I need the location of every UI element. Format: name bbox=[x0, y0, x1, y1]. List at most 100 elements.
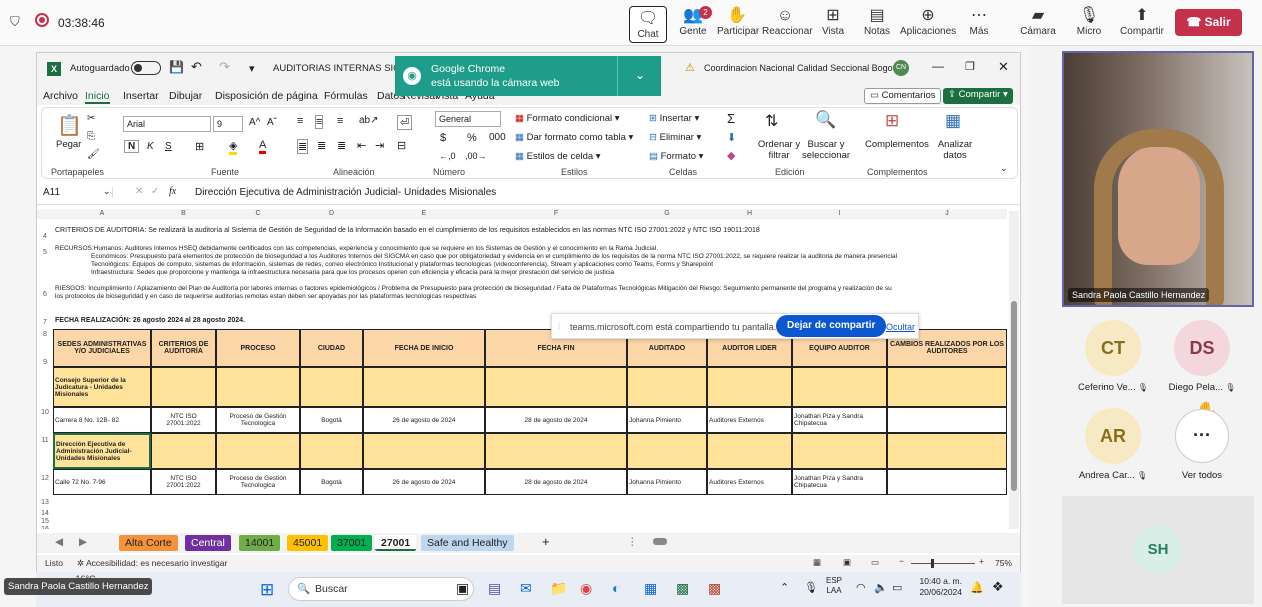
row-number[interactable]: 10 bbox=[37, 409, 53, 416]
bold-icon[interactable]: N bbox=[124, 140, 140, 153]
sort-filter-label[interactable]: Ordenar y filtrar bbox=[757, 139, 801, 161]
row-number[interactable]: 4 bbox=[37, 233, 53, 240]
row-number[interactable]: 11 bbox=[37, 437, 53, 444]
table-cell[interactable] bbox=[151, 367, 216, 407]
paste-label[interactable]: Pegar bbox=[56, 139, 81, 150]
column-title-cell[interactable]: CIUDAD bbox=[300, 329, 363, 367]
currency-icon[interactable]: $ bbox=[440, 132, 446, 144]
raise-hand-button[interactable]: ✋ Participar bbox=[717, 6, 759, 37]
table-cell[interactable] bbox=[363, 367, 485, 407]
table-cell[interactable] bbox=[485, 433, 627, 469]
stop-sharing-button[interactable]: Dejar de compartir bbox=[776, 315, 887, 337]
shrink-font-icon[interactable]: Aˇ bbox=[267, 117, 277, 128]
page-layout-icon[interactable]: ▣ bbox=[843, 557, 851, 568]
tray-overflow-icon[interactable]: ⌃ bbox=[780, 581, 789, 594]
column-title-cell[interactable]: SEDES ADMINISTRATIVAS Y/O JUDICIALES bbox=[53, 329, 151, 367]
sheet-tab[interactable]: 37001 bbox=[331, 535, 373, 551]
row-number[interactable]: 16 bbox=[37, 526, 53, 529]
indent-decrease-icon[interactable]: ⇤ bbox=[357, 139, 366, 152]
more-button[interactable]: ⋯ Más bbox=[965, 6, 993, 37]
table-cell[interactable] bbox=[887, 433, 1007, 469]
explorer-icon[interactable]: 📁 bbox=[550, 580, 567, 597]
format-as-table-button[interactable]: ▦ Dar formato como tabla ▾ bbox=[515, 132, 633, 143]
table-cell[interactable]: Dirección Ejecutiva de Administración Ju… bbox=[53, 433, 151, 469]
percent-icon[interactable]: % bbox=[467, 132, 477, 144]
normal-view-icon[interactable]: ▦ bbox=[813, 557, 821, 568]
addins-icon[interactable]: ⊞ bbox=[885, 111, 899, 131]
chat-button[interactable]: 🗨 Chat bbox=[629, 6, 667, 43]
tab-split-icon[interactable]: ⋮ bbox=[627, 536, 638, 548]
table-cell[interactable]: Carrera 8 No. 12B- 82 bbox=[53, 407, 151, 433]
sheet-tab[interactable]: 27001 bbox=[375, 535, 417, 551]
decrease-decimal-icon[interactable]: ,00→ bbox=[465, 151, 487, 161]
next-sheet-icon[interactable]: ▶ bbox=[79, 536, 87, 548]
row-number[interactable]: 13 bbox=[37, 499, 53, 506]
clock[interactable]: 10:40 a. m. 20/06/2024 bbox=[916, 576, 962, 598]
ribbon-tab[interactable]: Archivo bbox=[43, 90, 78, 102]
table-cell[interactable]: Auditores Externos bbox=[707, 407, 792, 433]
ribbon-tab[interactable]: Inicio bbox=[85, 90, 110, 104]
table-cell[interactable] bbox=[216, 433, 300, 469]
column-header[interactable]: D bbox=[300, 210, 363, 217]
find-icon[interactable]: 🔍 bbox=[815, 110, 836, 130]
page-break-icon[interactable]: ▭ bbox=[871, 557, 879, 568]
analyze-data-label[interactable]: Analizar datos bbox=[935, 139, 975, 161]
table-cell[interactable]: Johanna Pimiento bbox=[627, 469, 707, 495]
table-cell[interactable]: NTC ISO 27001:2022 bbox=[151, 469, 216, 495]
underline-icon[interactable]: S bbox=[165, 141, 172, 152]
prev-sheet-icon[interactable]: ◀ bbox=[55, 536, 63, 548]
redo-icon[interactable]: ↷ bbox=[219, 59, 230, 75]
column-header[interactable]: J bbox=[887, 210, 1007, 217]
table-cell[interactable] bbox=[485, 367, 627, 407]
table-cell[interactable] bbox=[887, 407, 1007, 433]
close-icon[interactable]: ✕ bbox=[998, 59, 1009, 75]
table-cell[interactable] bbox=[887, 367, 1007, 407]
table-cell[interactable] bbox=[627, 367, 707, 407]
borders-icon[interactable]: ⊞ bbox=[195, 140, 204, 153]
minimize-icon[interactable]: — bbox=[932, 59, 944, 73]
spreadsheet-grid[interactable]: 4 5 6 7 8 9 10 11 12 13 141516 CRITERIOS DE AUDITOR… bbox=[37, 219, 1007, 529]
tray-mic-icon[interactable]: 🎙 bbox=[804, 581, 818, 594]
table-cell[interactable]: NTC ISO 27001:2022 bbox=[151, 407, 216, 433]
indent-increase-icon[interactable]: ⇥ bbox=[375, 139, 384, 152]
table-cell[interactable] bbox=[627, 433, 707, 469]
align-top-icon[interactable]: ≡ bbox=[297, 115, 303, 127]
table-cell[interactable]: Johanna Pimiento bbox=[627, 407, 707, 433]
zoom-out-icon[interactable]: − bbox=[899, 556, 904, 566]
find-select-label[interactable]: Buscar y seleccionar bbox=[799, 139, 853, 161]
sheet-tab[interactable]: Alta Corte bbox=[119, 535, 178, 551]
delete-cells-button[interactable]: ⊟ Eliminar ▾ bbox=[649, 132, 701, 143]
drag-handle-icon[interactable]: ⦙ bbox=[558, 321, 560, 332]
restore-icon[interactable]: ❐ bbox=[965, 60, 975, 73]
view-all-button[interactable]: ··· bbox=[1175, 409, 1229, 463]
align-right-icon[interactable]: ≣ bbox=[337, 139, 346, 152]
copilot-icon[interactable]: ❖ bbox=[992, 579, 1004, 595]
taskbar-search[interactable]: 🔍 Buscar bbox=[288, 577, 474, 601]
comma-icon[interactable]: 000 bbox=[489, 132, 506, 143]
wrap-text-icon[interactable]: ⏎ bbox=[397, 115, 413, 130]
mail-icon[interactable]: ✉ bbox=[520, 580, 532, 597]
format-painter-icon[interactable]: 🖌 bbox=[87, 149, 100, 160]
column-title-cell[interactable]: FECHA DE INICIO bbox=[363, 329, 485, 367]
table-cell[interactable]: Jonathan Piza y Sandra Chipatecua bbox=[792, 407, 887, 433]
sort-filter-icon[interactable]: ⇅ bbox=[765, 111, 778, 131]
increase-decimal-icon[interactable]: ←,0 bbox=[439, 151, 456, 161]
new-sheet-icon[interactable]: + bbox=[542, 534, 550, 549]
column-header[interactable]: B bbox=[151, 210, 216, 217]
table-cell[interactable] bbox=[887, 469, 1007, 495]
cut-icon[interactable]: ✂ bbox=[87, 113, 95, 124]
edge-icon[interactable]: ◐ bbox=[612, 580, 620, 596]
fill-color-icon[interactable]: ◈ bbox=[229, 139, 238, 155]
ribbon-collapse-icon[interactable]: ⌄ bbox=[1000, 163, 1008, 174]
column-header[interactable]: H bbox=[707, 210, 792, 217]
column-header[interactable]: G bbox=[627, 210, 707, 217]
row-number[interactable]: 7 bbox=[37, 319, 53, 326]
addins-label[interactable]: Complementos bbox=[865, 139, 929, 150]
bell-icon[interactable]: 🔔 bbox=[970, 581, 984, 594]
row-number[interactable]: 5 bbox=[37, 249, 53, 256]
column-header[interactable]: A bbox=[53, 210, 151, 217]
participant-avatar[interactable]: DS bbox=[1174, 320, 1230, 376]
column-header[interactable]: C bbox=[216, 210, 300, 217]
row-number[interactable]: 15 bbox=[37, 518, 53, 525]
clear-icon[interactable]: ◆ bbox=[727, 149, 735, 162]
